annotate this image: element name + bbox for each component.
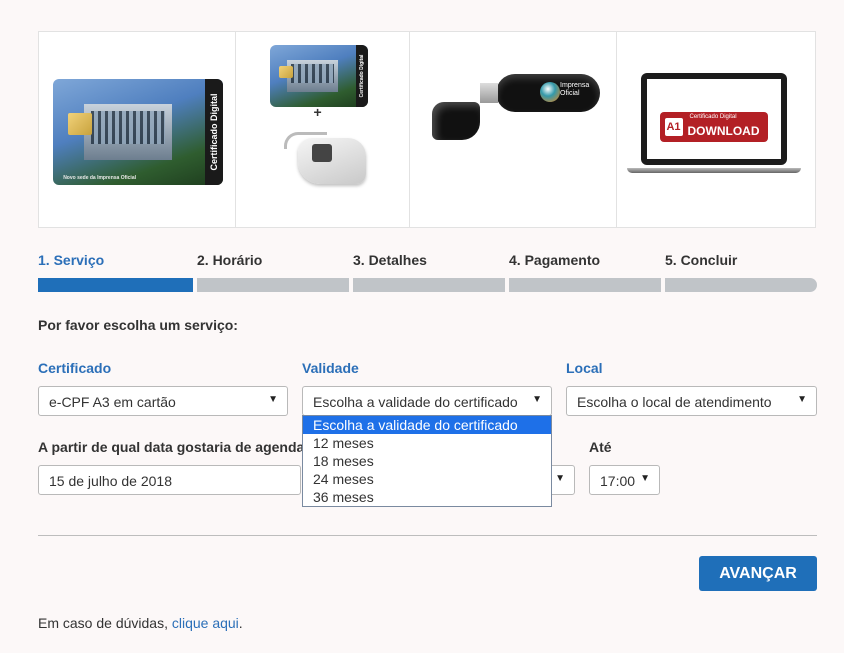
ate-select[interactable]: 17:00 ▼ [589, 465, 660, 495]
dropdown-arrow-icon: ▼ [555, 473, 565, 484]
validade-label: Validade [302, 360, 359, 376]
dropdown-arrow-icon: ▼ [268, 394, 278, 405]
product-card-reader[interactable]: Certificado Digital + [236, 32, 411, 227]
help-link[interactable]: clique aqui [172, 615, 239, 631]
data-input[interactable]: 15 de julho de 2018 [38, 465, 301, 495]
validade-dropdown-list: Escolha a validade do certificado 12 mes… [302, 415, 552, 507]
dropdown-arrow-icon: ▼ [532, 394, 542, 405]
ate-value: 17:00 [600, 473, 636, 489]
progress-steps: 1. Serviço 2. Horário 3. Detalhes 4. Pag… [38, 252, 818, 294]
download-badge: Certificado Digital A1 DOWNLOAD [659, 112, 768, 142]
product-usb-token[interactable]: Imprensa Oficial [410, 32, 617, 227]
dropdown-option[interactable]: 36 meses [303, 488, 551, 506]
smartcard-small-image: Certificado Digital [269, 45, 368, 107]
step-bar [197, 278, 349, 292]
help-text: Em caso de dúvidas, clique aqui. [38, 615, 243, 631]
step-bar [353, 278, 505, 292]
product-card[interactable]: Certificado Digital Novo sede da Imprens… [39, 32, 236, 227]
local-value: Escolha o local de atendimento [577, 394, 772, 410]
ate-label: Até [589, 439, 612, 455]
step-concluir[interactable]: 5. Concluir [665, 252, 817, 292]
data-label: A partir de qual data gostaria de agenda… [38, 439, 319, 455]
step-detalhes[interactable]: 3. Detalhes [353, 252, 505, 292]
dropdown-option[interactable]: Escolha a validade do certificado [303, 416, 551, 434]
product-download[interactable]: Certificado Digital A1 DOWNLOAD [617, 32, 815, 227]
validade-value: Escolha a validade do certificado [313, 394, 518, 410]
laptop-image: Certificado Digital A1 DOWNLOAD [640, 73, 787, 165]
step-bar [665, 278, 817, 292]
data-value: 15 de julho de 2018 [49, 473, 172, 489]
step-pagamento[interactable]: 4. Pagamento [509, 252, 661, 292]
dropdown-option[interactable]: 24 meses [303, 470, 551, 488]
step-bar [38, 278, 193, 292]
step-servico[interactable]: 1. Serviço [38, 252, 193, 292]
card-reader-image [283, 130, 368, 190]
step-horario[interactable]: 2. Horário [197, 252, 349, 292]
certificado-select[interactable]: e-CPF A3 em cartão ▼ [38, 386, 288, 416]
smartcard-image: Certificado Digital Novo sede da Imprens… [53, 79, 223, 185]
local-select[interactable]: Escolha o local de atendimento ▼ [566, 386, 817, 416]
token-cap-image [432, 102, 481, 140]
usb-token-image: Imprensa Oficial [480, 74, 601, 112]
plus-sign: + [313, 104, 322, 120]
dropdown-option[interactable]: 18 meses [303, 452, 551, 470]
step-bar [509, 278, 661, 292]
avancar-button[interactable]: AVANÇAR [699, 556, 817, 591]
certificado-label: Certificado [38, 360, 112, 376]
certificado-value: e-CPF A3 em cartão [49, 394, 176, 410]
dropdown-arrow-icon: ▼ [797, 394, 807, 405]
local-label: Local [566, 360, 603, 376]
dropdown-arrow-icon: ▼ [640, 473, 650, 484]
product-gallery: Certificado Digital Novo sede da Imprens… [38, 31, 816, 228]
divider [38, 535, 817, 536]
validade-select[interactable]: Escolha a validade do certificado ▼ [302, 386, 552, 416]
service-prompt: Por favor escolha um serviço: [38, 317, 238, 333]
dropdown-option[interactable]: 12 meses [303, 434, 551, 452]
